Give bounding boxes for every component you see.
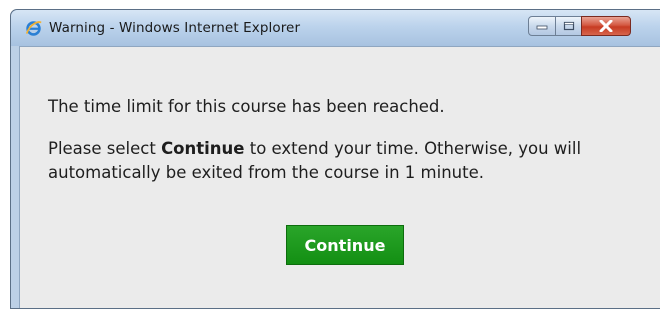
close-icon (599, 20, 613, 32)
close-button[interactable] (581, 16, 631, 36)
instruction-continue-emphasis: Continue (161, 139, 245, 158)
time-limit-message: The time limit for this course has been … (48, 97, 445, 116)
window-title: Warning - Windows Internet Explorer (49, 20, 301, 36)
dialog-content: The time limit for this course has been … (19, 46, 660, 308)
minimize-button[interactable] (528, 16, 556, 36)
maximize-button[interactable] (555, 16, 582, 36)
maximize-icon (563, 21, 574, 31)
minimize-icon (536, 25, 548, 30)
title-bar[interactable]: Warning - Windows Internet Explorer (11, 10, 660, 46)
exit-warning-message: automatically be exited from the course … (48, 163, 484, 182)
instruction-suffix: to extend your time. Otherwise, you will (244, 139, 582, 158)
internet-explorer-icon (25, 21, 42, 36)
instruction-prefix: Please select (48, 139, 162, 158)
instruction-message: Please select Continue to extend your ti… (48, 137, 581, 161)
continue-button[interactable]: Continue (286, 225, 404, 265)
browser-window: Warning - Windows Internet Explorer The … (10, 9, 660, 309)
